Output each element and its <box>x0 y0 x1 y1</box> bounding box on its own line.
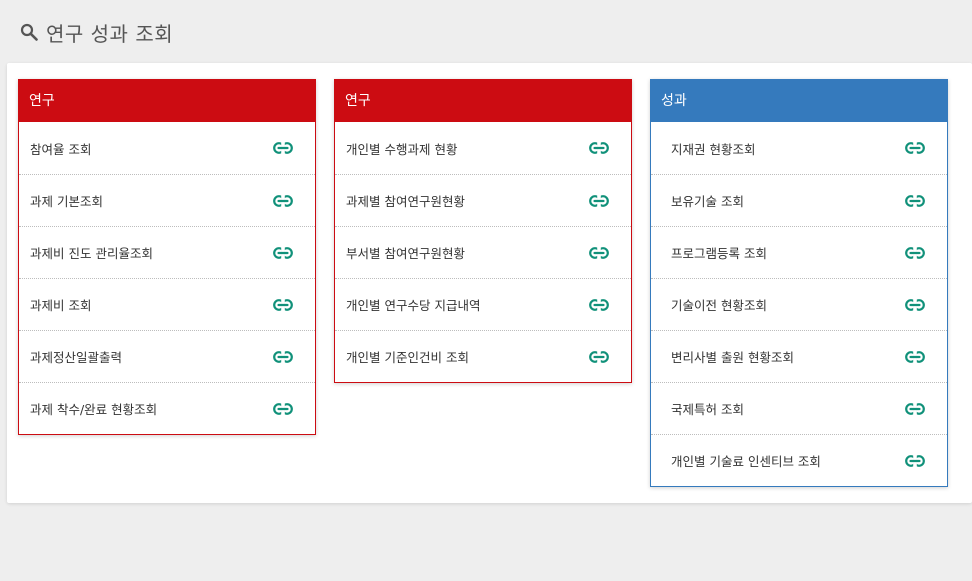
link-icon[interactable] <box>905 245 925 260</box>
link-icon[interactable] <box>273 193 293 208</box>
link-icon[interactable] <box>589 297 609 312</box>
list-item[interactable]: 개인별 기준인건비 조회 <box>335 330 631 382</box>
card-list: 지재권 현황조회 보유기술 조회 프로그램등록 조회 기술이전 현황조회 변리사… <box>651 122 947 486</box>
list-item-label: 참여율 조회 <box>30 141 92 157</box>
list-item-label: 과제비 조회 <box>30 298 92 313</box>
search-icon <box>20 23 38 41</box>
link-icon[interactable] <box>905 453 925 468</box>
list-item-label: 국제특허 조회 <box>671 402 744 417</box>
page-title: 연구 성과 조회 <box>46 21 174 46</box>
link-icon[interactable] <box>905 401 925 416</box>
list-item[interactable]: 과제 기본조회 <box>19 174 315 226</box>
list-item[interactable]: 보유기술 조회 <box>651 174 947 226</box>
research-card-2: 연구 개인별 수행과제 현황 과제별 참여연구원현황 부서별 참여연구원현황 개… <box>334 79 632 383</box>
list-item[interactable]: 과제비 진도 관리율조회 <box>19 226 315 278</box>
list-item[interactable]: 개인별 연구수당 지급내역 <box>335 278 631 330</box>
research-card-1: 연구 참여율 조회 과제 기본조회 과제비 진도 관리율조회 과제비 조회 과제… <box>18 79 316 435</box>
list-item-label: 과제 착수/완료 현황조회 <box>30 402 158 417</box>
link-icon[interactable] <box>589 349 609 364</box>
list-item[interactable]: 과제정산일괄출력 <box>19 330 315 382</box>
card-header: 연구 <box>335 80 631 122</box>
link-icon[interactable] <box>273 141 293 155</box>
link-icon[interactable] <box>905 297 925 312</box>
link-icon[interactable] <box>273 297 293 312</box>
list-item-label: 과제 기본조회 <box>30 194 103 209</box>
list-item-label: 보유기술 조회 <box>671 194 744 209</box>
list-item-label: 지재권 현황조회 <box>671 141 756 157</box>
list-item-label: 기술이전 현황조회 <box>671 298 767 313</box>
card-header: 연구 <box>19 80 315 122</box>
list-item[interactable]: 부서별 참여연구원현황 <box>335 226 631 278</box>
list-item[interactable]: 변리사별 출원 현황조회 <box>651 330 947 382</box>
card-list: 개인별 수행과제 현황 과제별 참여연구원현황 부서별 참여연구원현황 개인별 … <box>335 122 631 382</box>
list-item-label: 프로그램등록 조회 <box>671 246 767 261</box>
link-icon[interactable] <box>273 401 293 416</box>
list-item[interactable]: 참여율 조회 <box>19 122 315 174</box>
list-item[interactable]: 과제비 조회 <box>19 278 315 330</box>
card-list: 참여율 조회 과제 기본조회 과제비 진도 관리율조회 과제비 조회 과제정산일… <box>19 122 315 434</box>
link-icon[interactable] <box>589 245 609 260</box>
link-icon[interactable] <box>589 193 609 208</box>
list-item[interactable]: 지재권 현황조회 <box>651 122 947 174</box>
list-item-label: 과제정산일괄출력 <box>30 350 123 365</box>
link-icon[interactable] <box>905 193 925 208</box>
link-icon[interactable] <box>273 349 293 364</box>
page-header: 연구 성과 조회 <box>0 0 972 63</box>
page-title-group: 연구 성과 조회 <box>20 18 173 46</box>
list-item-label: 개인별 수행과제 현황 <box>346 141 458 157</box>
list-item[interactable]: 프로그램등록 조회 <box>651 226 947 278</box>
list-item[interactable]: 개인별 수행과제 현황 <box>335 122 631 174</box>
list-item-label: 과제별 참여연구원현황 <box>346 194 465 209</box>
list-item-label: 개인별 기술료 인센티브 조회 <box>671 454 821 469</box>
list-item[interactable]: 기술이전 현황조회 <box>651 278 947 330</box>
card-header: 성과 <box>651 80 947 122</box>
list-item-label: 부서별 참여연구원현황 <box>346 246 465 261</box>
link-icon[interactable] <box>905 349 925 364</box>
list-item-label: 변리사별 출원 현황조회 <box>671 350 794 365</box>
list-item-label: 과제비 진도 관리율조회 <box>30 246 153 261</box>
link-icon[interactable] <box>273 245 293 260</box>
performance-card: 성과 지재권 현황조회 보유기술 조회 프로그램등록 조회 기술이전 현황조회 … <box>650 79 948 487</box>
list-item[interactable]: 개인별 기술료 인센티브 조회 <box>651 434 947 486</box>
list-item[interactable]: 과제 착수/완료 현황조회 <box>19 382 315 434</box>
list-item[interactable]: 국제특허 조회 <box>651 382 947 434</box>
list-item[interactable]: 과제별 참여연구원현황 <box>335 174 631 226</box>
list-item-label: 개인별 기준인건비 조회 <box>346 350 469 365</box>
link-icon[interactable] <box>589 141 609 155</box>
link-icon[interactable] <box>905 141 925 155</box>
list-item-label: 개인별 연구수당 지급내역 <box>346 298 481 313</box>
